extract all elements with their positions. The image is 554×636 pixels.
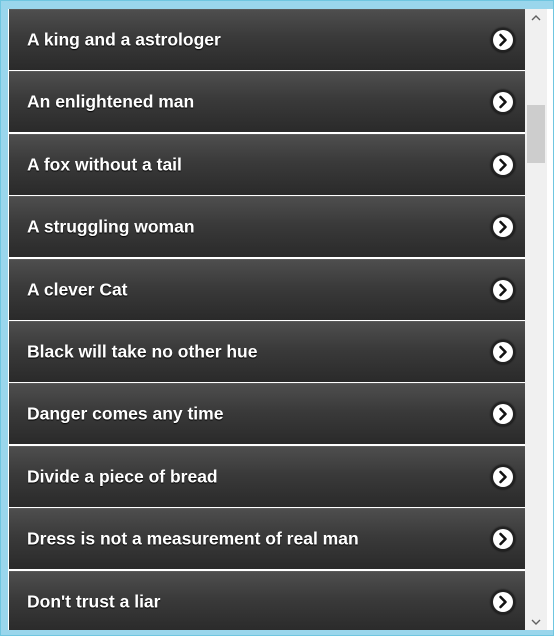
list-item[interactable]: Don't trust a liar	[9, 570, 525, 630]
chevron-right-circle-icon	[493, 217, 513, 238]
list-item-label: An enlightened man	[27, 91, 195, 112]
list-item-label: Black will take no other hue	[27, 341, 258, 362]
chevron-right-circle-icon	[493, 591, 513, 612]
vertical-scrollbar[interactable]	[525, 9, 547, 630]
scroll-up-button[interactable]	[525, 9, 547, 26]
chevron-up-icon	[531, 14, 541, 20]
list-item[interactable]: A clever Cat	[9, 258, 525, 320]
window-frame-top	[1, 1, 553, 9]
list-item[interactable]: Black will take no other hue	[9, 320, 525, 382]
list-item[interactable]: Divide a piece of bread	[9, 445, 525, 507]
list-item-label: A struggling woman	[27, 216, 195, 237]
chevron-right-circle-icon	[493, 404, 513, 425]
chevron-right-circle-icon	[493, 341, 513, 362]
list-item[interactable]: Danger comes any time	[9, 383, 525, 445]
list-item-label: A king and a astrologer	[27, 29, 221, 50]
window-frame-bottom	[1, 630, 553, 635]
chevron-right-circle-icon	[493, 529, 513, 550]
list-item[interactable]: A fox without a tail	[9, 133, 525, 195]
list-item-label: A clever Cat	[27, 279, 128, 300]
chevron-right-circle-icon	[493, 279, 513, 300]
chevron-right-circle-icon	[493, 154, 513, 175]
chevron-right-circle-icon	[493, 466, 513, 487]
list-item[interactable]: An enlightened man	[9, 71, 525, 133]
story-list-viewport: A king and a astrologer An enlightened m…	[9, 9, 525, 630]
list-item[interactable]: A king and a astrologer	[9, 9, 525, 70]
window-frame-left	[1, 1, 8, 635]
app-window: A king and a astrologer An enlightened m…	[0, 0, 554, 636]
list-item[interactable]: Dress is not a measurement of real man	[9, 508, 525, 570]
scrollbar-thumb[interactable]	[527, 105, 545, 164]
list-item-label: Don't trust a liar	[27, 591, 161, 612]
list-item-label: A fox without a tail	[27, 154, 182, 175]
chevron-right-circle-icon	[493, 30, 513, 50]
story-list: A king and a astrologer An enlightened m…	[9, 9, 525, 630]
list-item-label: Dress is not a measurement of real man	[27, 528, 359, 549]
list-item[interactable]: A struggling woman	[9, 196, 525, 258]
list-item-label: Danger comes any time	[27, 403, 224, 424]
list-item-label: Divide a piece of bread	[27, 466, 218, 487]
chevron-down-icon	[531, 619, 541, 625]
chevron-right-circle-icon	[493, 92, 513, 113]
scroll-down-button[interactable]	[525, 613, 547, 630]
